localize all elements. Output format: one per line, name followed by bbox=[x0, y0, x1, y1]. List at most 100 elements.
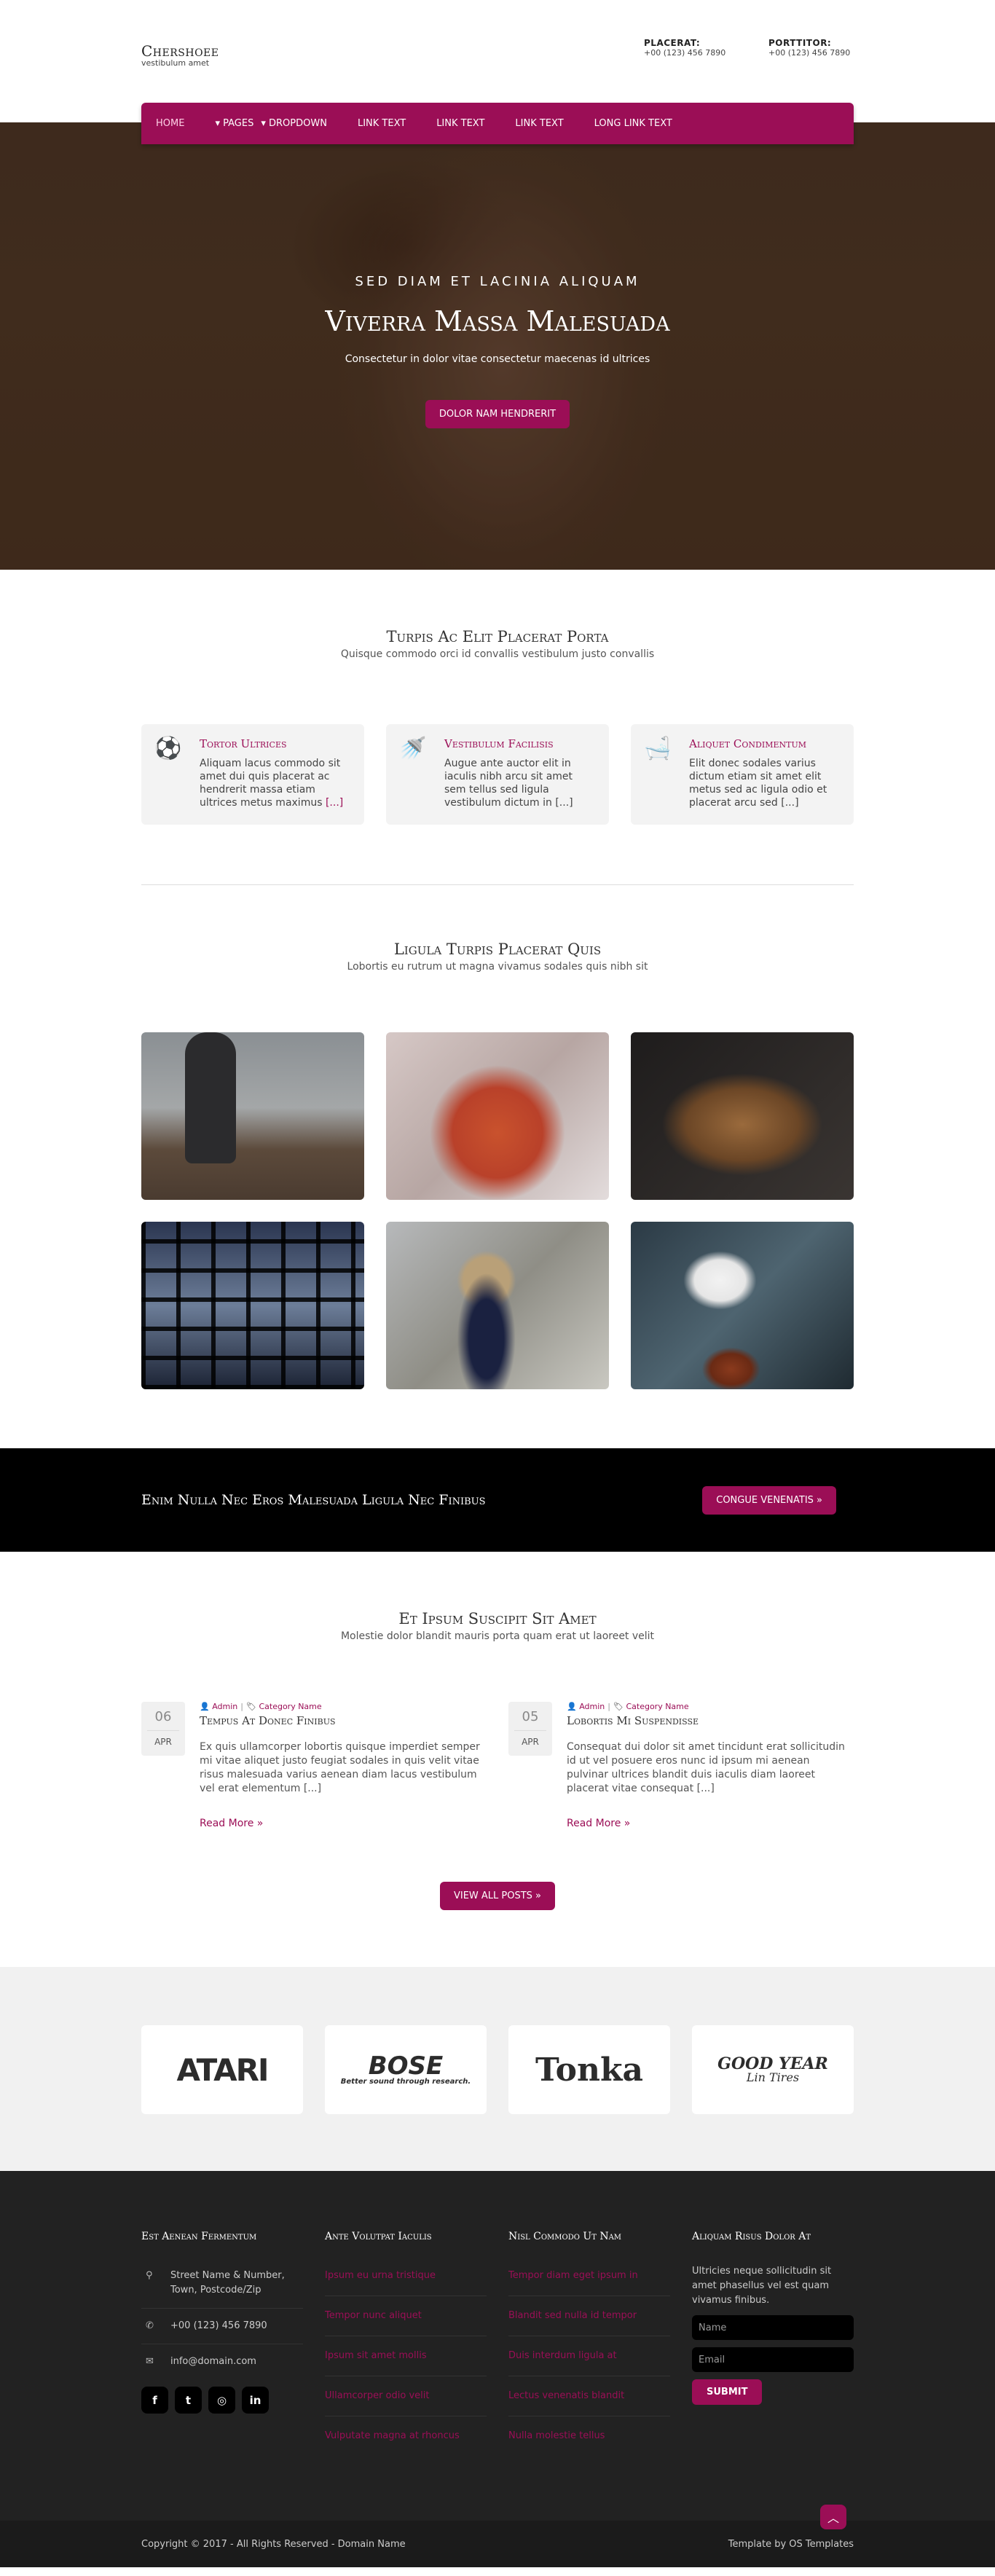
post-day: 06 bbox=[147, 1702, 179, 1731]
copyright-bar: Copyright © 2017 - All Rights Reserved -… bbox=[0, 2505, 995, 2567]
nav-item-pages[interactable]: ▾ PAGES bbox=[215, 118, 253, 129]
phone-icon: ✆ bbox=[146, 2320, 154, 2331]
back-to-top-icon[interactable]: ︿ bbox=[820, 2505, 846, 2529]
nav-item-link[interactable]: LINK TEXT bbox=[436, 118, 484, 129]
user-icon: 👤 bbox=[200, 1702, 210, 1711]
tonka-logo: Tonka bbox=[535, 2051, 644, 2089]
footer-link[interactable]: Nulla molestie tellus bbox=[508, 2429, 670, 2456]
dribbble-icon[interactable]: ◎ bbox=[208, 2387, 235, 2414]
gallery-photo-bread[interactable] bbox=[631, 1032, 854, 1200]
bose-logo: BOSE Better sound through research. bbox=[340, 2051, 471, 2086]
post-title[interactable]: Tempus At Donec Finibus bbox=[200, 1714, 487, 1727]
gallery-section: Ligula Turpis Placerat Quis Lobortis eu … bbox=[0, 885, 995, 1389]
gallery-photo-milk[interactable] bbox=[631, 1222, 854, 1389]
nav-item-label: DROPDOWN bbox=[269, 118, 327, 129]
nav-item-long-link[interactable]: LONG LINK TEXT bbox=[594, 118, 672, 129]
blog-post: 06 APR 👤 Admin | 🏷 Category Name Tempus At… bbox=[141, 1702, 487, 1829]
linkedin-icon[interactable]: in bbox=[242, 2387, 269, 2414]
main-nav: HOME ▾ PAGES ▾ DROPDOWN LINK TEXT LINK T… bbox=[141, 103, 854, 144]
brand-logo-atari[interactable]: ATARI bbox=[141, 2025, 303, 2114]
post-title[interactable]: Lobortis Mi Suspendisse bbox=[567, 1714, 854, 1727]
brand-logo-bose[interactable]: BOSE Better sound through research. bbox=[325, 2025, 487, 2114]
footer-link[interactable]: Vulputate magna at rhoncus bbox=[325, 2429, 487, 2456]
nav-item-link[interactable]: LINK TEXT bbox=[358, 118, 406, 129]
more-link[interactable]: [...] bbox=[781, 797, 798, 809]
read-more-link[interactable]: Read More » bbox=[567, 1818, 630, 1829]
submit-button[interactable]: SUBMIT bbox=[692, 2379, 763, 2405]
caret-icon: ▾ bbox=[215, 118, 220, 129]
service-card: 🛁 Aliquet Condimentum Elit donec sodales… bbox=[631, 724, 854, 825]
hero-button[interactable]: DOLOR NAM HENDRERIT bbox=[425, 400, 570, 428]
gallery-photo-woman[interactable] bbox=[386, 1032, 609, 1200]
nav-item-home[interactable]: HOME bbox=[156, 118, 184, 129]
post-author[interactable]: Admin bbox=[212, 1702, 237, 1711]
newsletter-email-input[interactable] bbox=[692, 2347, 854, 2372]
tag-icon: 🏷 bbox=[245, 1702, 256, 1711]
footer-heading: Aliquam Risus Dolor At bbox=[692, 2231, 811, 2242]
section-title: Et Ipsum Suscipit Sit Amet bbox=[398, 1610, 597, 1627]
hero: SED DIAM ET LACINIA ALIQUAM Viverra Mass… bbox=[0, 122, 995, 570]
post-category[interactable]: Category Name bbox=[259, 1702, 321, 1711]
nav-item-link[interactable]: LINK TEXT bbox=[515, 118, 563, 129]
brand-logo-goodyear[interactable]: GOOD YEAR Lin Tires bbox=[692, 2025, 854, 2114]
service-title[interactable]: Vestibulum Facilisis bbox=[444, 737, 596, 750]
post-category[interactable]: Category Name bbox=[626, 1702, 688, 1711]
bathtub-icon: 🛁 bbox=[644, 736, 672, 761]
contact-porttitor: PORTTITOR: +00 (123) 456 7890 bbox=[768, 38, 850, 58]
post-month: APR bbox=[154, 1737, 172, 1747]
twitter-icon[interactable]: t bbox=[175, 2387, 202, 2414]
facebook-icon[interactable]: f bbox=[141, 2387, 168, 2414]
cta-button[interactable]: CONGUE VENENATIS » bbox=[702, 1485, 836, 1515]
logo-tagline: vestibulum amet bbox=[141, 58, 210, 68]
post-meta: 👤 Admin | 🏷 Category Name bbox=[200, 1702, 322, 1711]
footer-link[interactable]: Tempor nunc aliquet bbox=[325, 2309, 487, 2336]
post-meta: 👤 Admin | 🏷 Category Name bbox=[567, 1702, 689, 1711]
footer-heading: Nisl Commodo Ut Nam bbox=[508, 2231, 622, 2242]
section-title: Ligula Turpis Placerat Quis bbox=[393, 941, 602, 958]
footer-contact-column: Est Aenean Fermentum ⚲ Street Name & Numb… bbox=[141, 2231, 303, 2468]
footer-link[interactable]: Ullamcorper odio velit bbox=[325, 2389, 487, 2416]
shower-icon: 🚿 bbox=[399, 736, 427, 761]
gallery-photo-child[interactable] bbox=[386, 1222, 609, 1389]
footer-link[interactable]: Ipsum eu urna tristique bbox=[325, 2269, 487, 2296]
hero-subtitle: Consectetur in dolor vitae consectetur m… bbox=[345, 353, 650, 365]
post-excerpt: Consequat dui dolor sit amet tincidunt e… bbox=[567, 1741, 845, 1794]
template-credit[interactable]: Template by OS Templates bbox=[728, 2539, 854, 2550]
nav-item-dropdown[interactable]: ▾ DROPDOWN bbox=[261, 118, 327, 129]
header: Chershoee vestibulum amet PLACERAT: +00 … bbox=[0, 0, 995, 144]
contact-label: PORTTITOR: bbox=[768, 38, 832, 48]
post-author[interactable]: Admin bbox=[579, 1702, 605, 1711]
service-text: Aliquam lacus commodo sit amet dui quis … bbox=[200, 758, 344, 809]
tag-icon: 🏷 bbox=[613, 1702, 624, 1711]
newsletter-name-input[interactable] bbox=[692, 2315, 854, 2340]
logo-name[interactable]: Chershoee bbox=[141, 42, 219, 60]
footer-email[interactable]: ✉ info@domain.com bbox=[141, 2355, 303, 2379]
hero-title: Viverra Massa Malesuada bbox=[325, 305, 670, 337]
footer-links-column: Ante Volutpat Iaculis Ipsum eu urna tris… bbox=[325, 2231, 487, 2468]
brand-logo-tonka[interactable]: Tonka bbox=[508, 2025, 670, 2114]
footer-link[interactable]: Duis interdum ligula at bbox=[508, 2349, 670, 2376]
more-link[interactable]: [...] bbox=[555, 797, 573, 809]
footer-heading: Est Aenean Fermentum bbox=[141, 2231, 257, 2242]
gallery-photo-window[interactable] bbox=[141, 1222, 364, 1389]
footer-link[interactable]: Ipsum sit amet mollis bbox=[325, 2349, 487, 2376]
hero-kicker: SED DIAM ET LACINIA ALIQUAM bbox=[355, 274, 640, 289]
more-link[interactable]: [...] bbox=[326, 797, 343, 809]
footer-link[interactable]: Tempor diam eget ipsum in bbox=[508, 2269, 670, 2296]
gallery-photo-hiker[interactable] bbox=[141, 1032, 364, 1200]
contact-label: PLACERAT: bbox=[644, 38, 701, 48]
cta-title: Enim Nulla Nec Eros Malesuada Ligula Nec… bbox=[141, 1492, 486, 1508]
footer-link[interactable]: Blandit sed nulla id tempor bbox=[508, 2309, 670, 2336]
logo[interactable]: Chershoee vestibulum amet bbox=[141, 42, 219, 68]
map-marker-icon: ⚲ bbox=[146, 2270, 153, 2281]
newsletter-text: Ultricies neque sollicitudin sit amet ph… bbox=[692, 2266, 832, 2306]
post-excerpt: Ex quis ullamcorper lobortis quisque imp… bbox=[200, 1741, 480, 1794]
read-more-link[interactable]: Read More » bbox=[200, 1818, 263, 1829]
footer-heading: Ante Volutpat Iaculis bbox=[325, 2231, 432, 2242]
service-title[interactable]: Aliquet Condimentum bbox=[689, 737, 841, 750]
view-all-posts-button[interactable]: VIEW ALL POSTS » bbox=[439, 1882, 556, 1910]
contact-value: +00 (123) 456 7890 bbox=[768, 48, 851, 58]
social-links: f t ◎ in bbox=[141, 2387, 303, 2414]
service-title[interactable]: Tortor Ultrices bbox=[200, 737, 351, 750]
footer-link[interactable]: Lectus venenatis blandit bbox=[508, 2389, 670, 2416]
